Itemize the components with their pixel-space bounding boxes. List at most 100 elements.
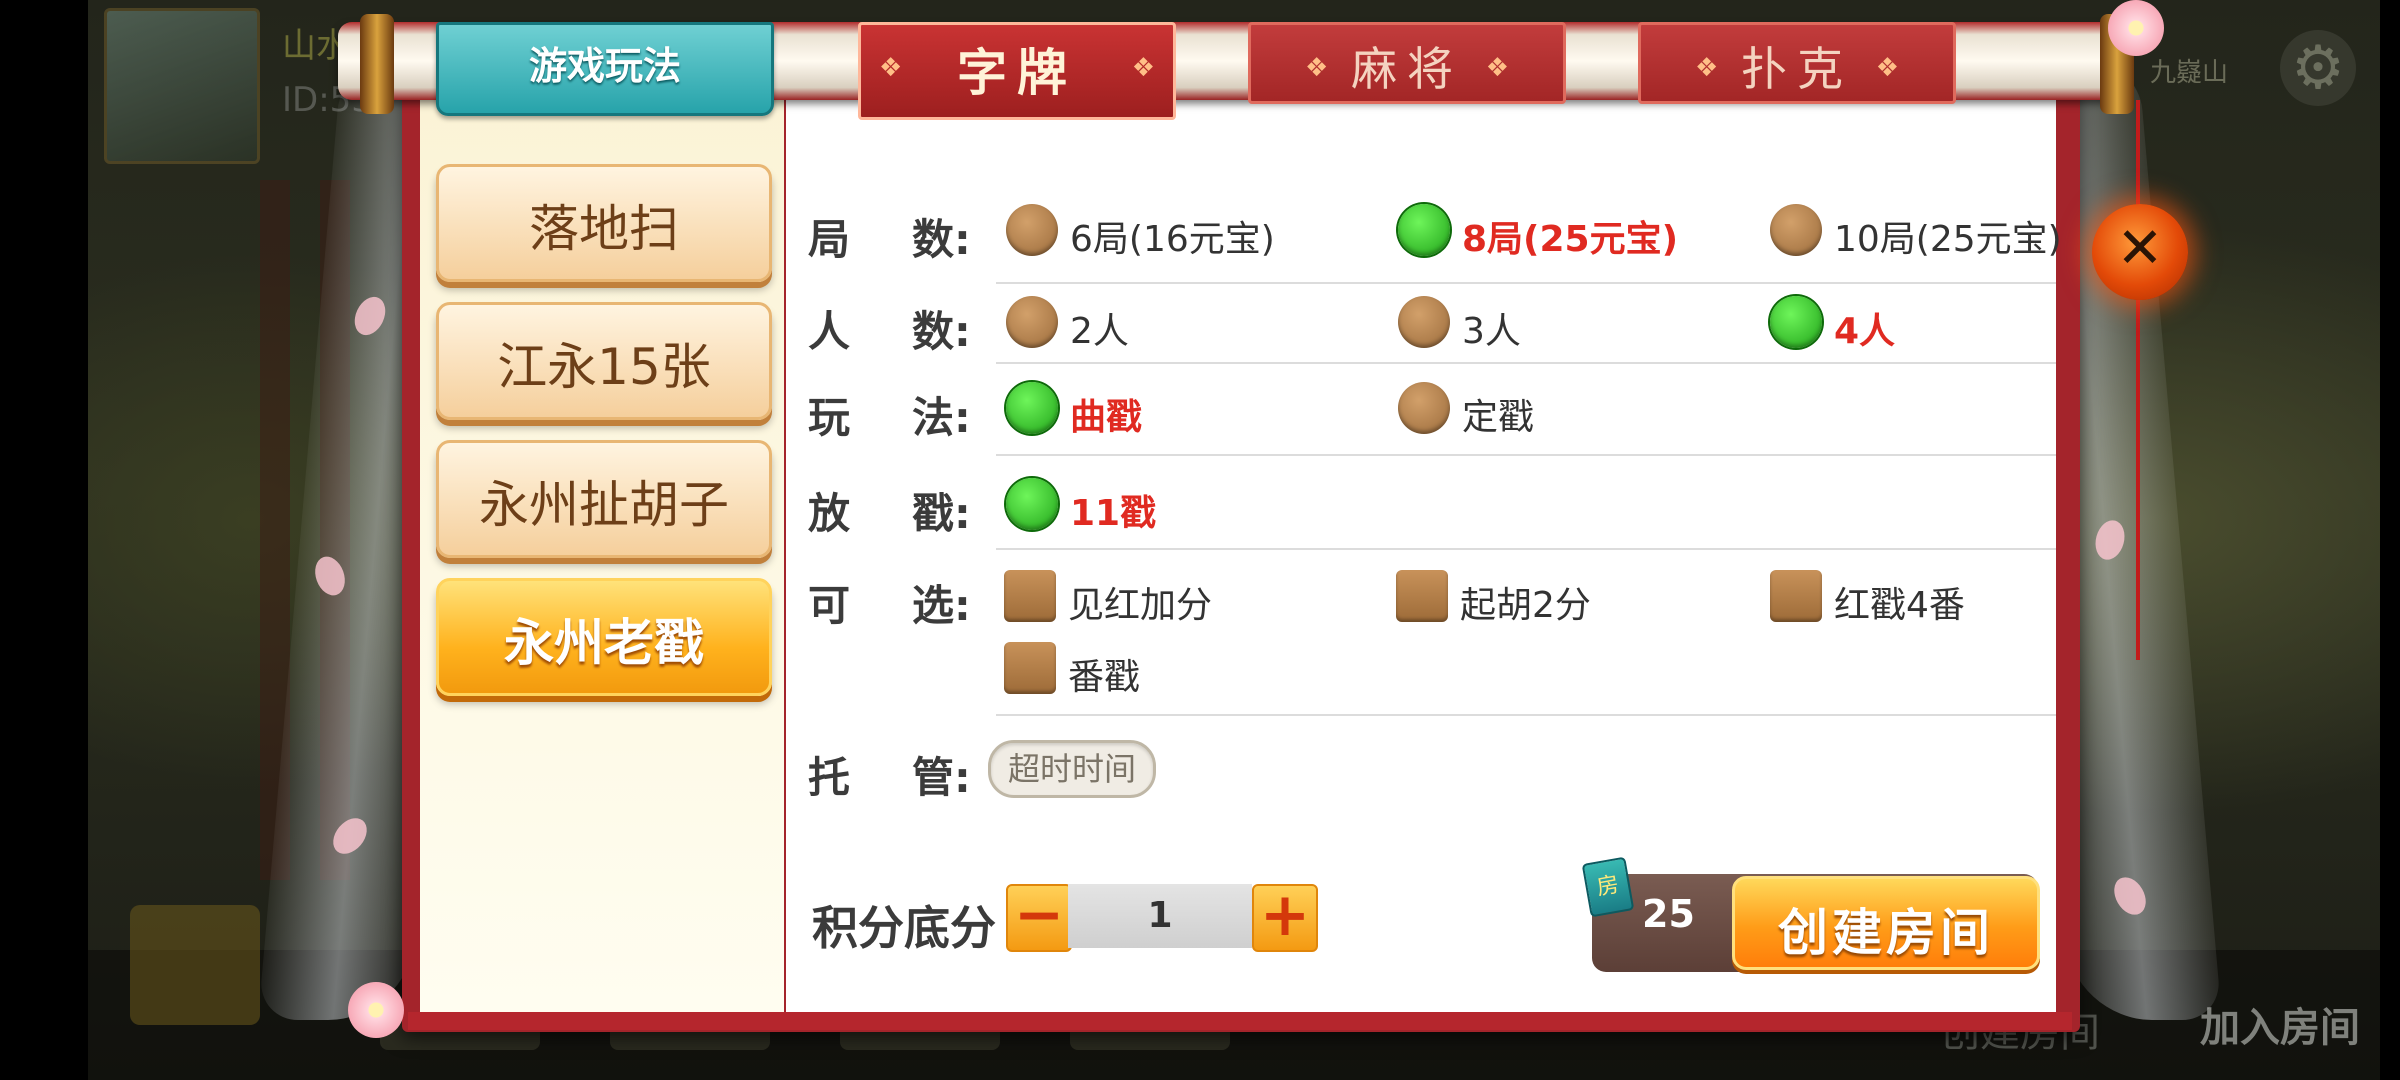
players-label-b: 数:: [912, 307, 971, 356]
game-button-label: 江永15张: [497, 338, 711, 396]
stamp-label: 放 戳:: [808, 480, 971, 541]
score-plus-button[interactable]: +: [1252, 884, 1318, 952]
mode-label-a: 玩: [808, 393, 851, 442]
players-label-a: 人: [808, 307, 851, 356]
option-players-2[interactable]: 2人: [1006, 296, 1206, 352]
option-players-3[interactable]: 3人: [1398, 296, 1598, 352]
flower-icon: [2108, 0, 2164, 56]
row-divider: [996, 548, 2056, 550]
checkbox-icon: [1004, 570, 1056, 622]
screen-edge-left: [0, 0, 88, 1080]
auto-label: 托 管:: [808, 744, 971, 805]
room-cost-value: 25: [1642, 892, 1695, 936]
score-label: 积分底分: [812, 901, 996, 955]
tab-poker-label: 扑克: [1741, 42, 1853, 96]
radio-off-icon: [1770, 204, 1822, 256]
tab-poker[interactable]: ❖ 扑克 ❖: [1638, 22, 1956, 104]
game-button-label: 永州老戳: [504, 614, 704, 672]
game-button-yongzhou-chehuzi[interactable]: 永州扯胡子: [436, 440, 772, 558]
row-divider: [996, 282, 2056, 284]
option-text: 2人: [1070, 311, 1129, 352]
radio-off-icon: [1006, 296, 1058, 348]
avatar: [104, 8, 260, 164]
option-mode-quchuo[interactable]: 曲戳: [1006, 382, 1206, 438]
score-minus-button[interactable]: −: [1006, 884, 1072, 952]
option-text: 定戳: [1462, 397, 1535, 438]
score-value: 1: [1068, 884, 1252, 948]
room-card-icon: 房: [1581, 856, 1635, 918]
game-button-jiangyong15[interactable]: 江永15张: [436, 302, 772, 420]
stamp-label-b: 戳:: [912, 489, 971, 538]
gear-icon: ⚙: [2280, 30, 2356, 106]
game-button-ludisao[interactable]: 落地扫: [436, 164, 772, 282]
optional-label: 可 选:: [808, 572, 971, 633]
option-stamp-11[interactable]: 11戳: [1006, 478, 1206, 534]
game-button-label: 落地扫: [529, 200, 679, 258]
radio-off-icon: [1398, 296, 1450, 348]
option-rounds-10[interactable]: 10局(25元宝): [1770, 204, 2062, 260]
auto-label-b: 管:: [912, 753, 971, 802]
option-rounds-8[interactable]: 8局(25元宝): [1398, 204, 1698, 260]
tab-game-rules-label: 游戏玩法: [528, 44, 681, 88]
radio-on-icon: [1006, 478, 1058, 530]
option-text: 11戳: [1070, 493, 1157, 534]
location-button: 九嶷山: [2150, 58, 2229, 88]
option-rounds-6[interactable]: 6局(16元宝): [1006, 204, 1306, 260]
players-label: 人 数:: [808, 298, 971, 359]
tab-game-rules: 游戏玩法: [436, 22, 774, 116]
flower-icon: [348, 982, 404, 1038]
radio-off-icon: [1006, 204, 1058, 256]
option-text: 4人: [1834, 311, 1896, 352]
option-text: 见红加分: [1068, 585, 1213, 626]
option-fanchuo[interactable]: 番戳: [1004, 642, 1204, 698]
timeout-button[interactable]: 超时时间: [988, 740, 1156, 798]
tab-mahjong[interactable]: ❖ 麻将 ❖: [1248, 22, 1566, 104]
checkbox-icon: [1396, 570, 1448, 622]
option-hongchuo-4fan[interactable]: 红戳4番: [1770, 570, 2030, 626]
radio-on-icon: [1398, 204, 1450, 256]
rod-cap-left: [360, 14, 394, 114]
row-divider: [996, 454, 2056, 456]
option-text: 10局(25元宝): [1834, 219, 2062, 260]
tab-mahjong-label: 麻将: [1351, 42, 1463, 96]
option-qihu-2fen[interactable]: 起胡2分: [1396, 570, 1656, 626]
stamp-label-a: 放: [808, 489, 851, 538]
optional-label-b: 选:: [912, 581, 971, 630]
auto-label-a: 托: [808, 753, 851, 802]
option-text: 3人: [1462, 311, 1521, 352]
ornament-icon: ❖: [1131, 53, 1155, 83]
checkbox-icon: [1004, 642, 1056, 694]
create-room-label: 创建房间: [1778, 904, 1994, 962]
game-button-yongzhou-laochuo[interactable]: 永州老戳: [436, 578, 772, 696]
screen-edge-right: [2380, 0, 2400, 1080]
close-button[interactable]: ✕: [2092, 204, 2188, 300]
ornament-icon: ❖: [1485, 53, 1509, 83]
mode-label: 玩 法:: [808, 384, 971, 445]
tassel-decoration: [2136, 100, 2140, 660]
lobby-join-room: 加入房间: [2200, 1005, 2360, 1051]
option-mode-dingchuo[interactable]: 定戳: [1398, 382, 1598, 438]
option-text: 番戳: [1068, 657, 1141, 698]
optional-label-a: 可: [808, 581, 851, 630]
ornament-icon: ❖: [1875, 53, 1899, 83]
rounds-label-b: 数:: [912, 215, 971, 264]
option-jianhong-jiafen[interactable]: 见红加分: [1004, 570, 1264, 626]
cart-icon: [130, 905, 260, 1025]
checkbox-icon: [1770, 570, 1822, 622]
radio-on-icon: [1006, 382, 1058, 434]
rounds-label: 局 数:: [808, 206, 971, 267]
create-room-button[interactable]: 创建房间: [1732, 876, 2040, 970]
mode-label-b: 法:: [912, 393, 971, 442]
option-text: 曲戳: [1070, 397, 1143, 438]
tab-zipai[interactable]: ❖ 字牌 ❖: [858, 22, 1176, 120]
radio-on-icon: [1770, 296, 1822, 348]
tab-zipai-label: 字牌: [957, 44, 1077, 102]
rounds-label-a: 局: [808, 215, 851, 264]
game-button-label: 永州扯胡子: [479, 476, 729, 534]
radio-off-icon: [1398, 382, 1450, 434]
panel-bottom-rod: [408, 1012, 2072, 1030]
row-divider: [996, 362, 2056, 364]
option-text: 6局(16元宝): [1070, 219, 1275, 260]
option-players-4[interactable]: 4人: [1770, 296, 1970, 352]
row-divider: [996, 714, 2056, 716]
